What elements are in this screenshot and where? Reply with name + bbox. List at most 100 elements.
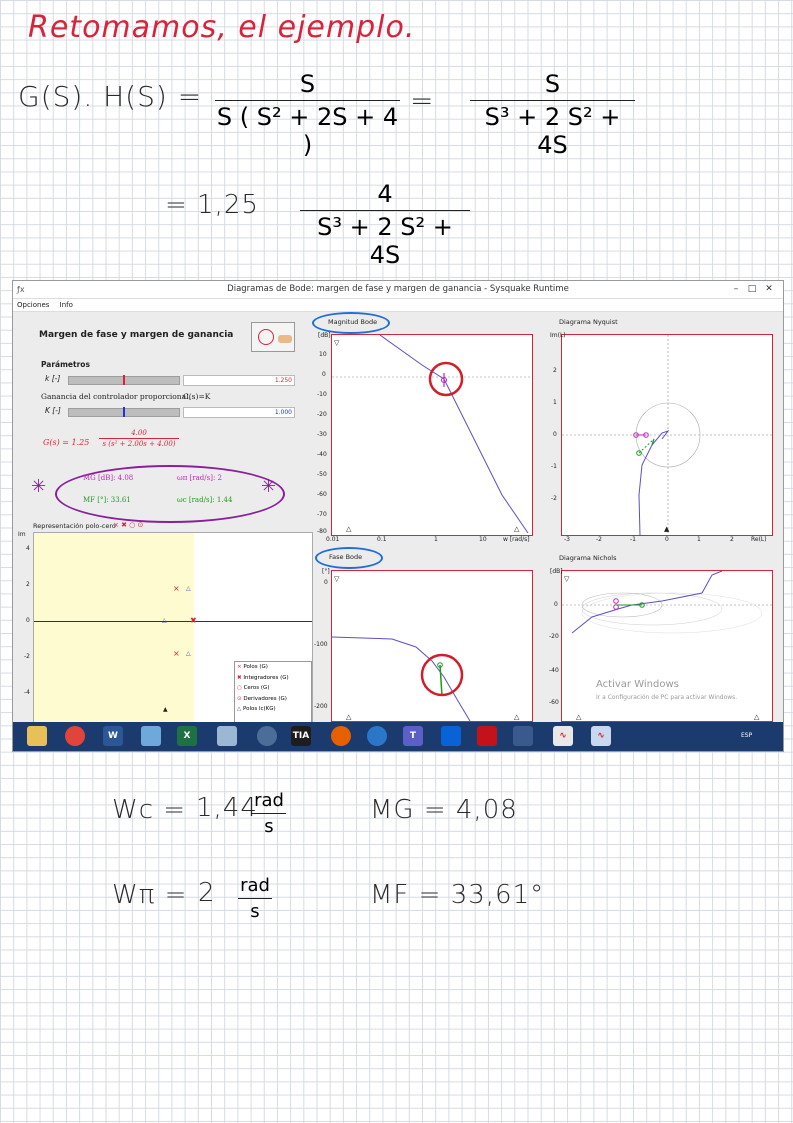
nyq-xtick: 0 <box>665 536 669 543</box>
nic-ytick: -20 <box>549 633 559 640</box>
acrobat-icon[interactable] <box>477 726 497 746</box>
wpi-value: ωπ [rad/s]: 2 <box>177 474 222 482</box>
pz-tick: 2 <box>26 581 30 588</box>
eq2-lhs: = 1,25 <box>165 190 259 220</box>
gs-lhs: G(s) = 1.25 <box>43 438 90 447</box>
pz-tick: -2 <box>24 653 30 660</box>
nichols-title: Diagrama Nichols <box>559 554 617 562</box>
eq2-denominator: S³ + 2 S² + 4S <box>317 213 453 269</box>
k-slider[interactable] <box>68 375 180 385</box>
controller-formula: C(s)=K <box>183 392 211 401</box>
mag-tick: -80 <box>317 528 327 535</box>
K-slider[interactable] <box>68 407 180 417</box>
firefox-icon[interactable] <box>331 726 351 746</box>
nyquist-title: Diagrama Nyquist <box>559 318 618 326</box>
k-value-field[interactable]: 1.250 <box>183 375 295 386</box>
excel-icon[interactable]: X <box>177 726 197 746</box>
nichols-plot[interactable]: [dB] 0 -20 -40 -60 ▽ △ △ Activar Windows… <box>549 568 773 722</box>
eq1-numerator-2: S <box>544 70 561 98</box>
mag-tick: -70 <box>317 511 327 518</box>
eq1-fraction-2: S S³ + 2 S² + 4S <box>470 70 635 159</box>
paint-icon[interactable] <box>141 726 161 746</box>
pz-tick: -4 <box>24 689 30 696</box>
magnitude-bode-plot[interactable]: [dB] 10 0 -10 -20 -30 -40 -50 -60 -70 -8… <box>317 332 533 536</box>
nyq-ytick: -1 <box>551 463 557 470</box>
nyquist-curve: ▲ <box>562 335 772 535</box>
media-icon[interactable] <box>257 726 277 746</box>
eq1-lhs: G(S). H(S) = <box>18 80 203 113</box>
sysquake-icon-2[interactable]: ∿ <box>591 726 611 746</box>
legend-zeros: ○ Ceros (G) <box>237 685 270 691</box>
nyq-ytick: 2 <box>553 367 557 374</box>
sysquake-window: ƒx Diagramas de Bode: margen de fase y m… <box>12 280 784 752</box>
svg-text:△: △ <box>346 713 352 721</box>
eq2-numerator: 4 <box>377 180 393 208</box>
purple-star-right-icon: ✳ <box>261 476 277 497</box>
eq1-denominator-2: S³ + 2 S² + 4S <box>484 103 621 159</box>
minimize-button[interactable]: – <box>729 281 743 298</box>
chrome-icon[interactable] <box>65 726 85 746</box>
K-value-field[interactable]: 1.000 <box>183 407 295 418</box>
nic-ytick: -60 <box>549 699 559 706</box>
close-button[interactable]: ✕ <box>762 281 776 298</box>
svg-text:△: △ <box>754 713 760 721</box>
params-label: Parámetros <box>41 360 90 369</box>
dropbox-icon[interactable] <box>441 726 461 746</box>
app-icon-2[interactable] <box>513 726 533 746</box>
tia-portal-icon[interactable]: TIA <box>291 726 311 746</box>
left-panel: Margen de fase y margen de ganancia Pará… <box>13 312 313 724</box>
freq-tick: 0.01 <box>326 536 340 543</box>
pz-cl-pole-marker: △ <box>186 585 191 592</box>
panel-title: Margen de fase y margen de ganancia <box>39 330 234 340</box>
maximize-button[interactable]: □ <box>745 281 759 298</box>
svg-text:△: △ <box>514 525 520 533</box>
pz-integrator-marker: ✖ <box>190 616 197 625</box>
app-icon[interactable] <box>367 726 387 746</box>
mag-tick: 0 <box>322 371 326 378</box>
mg-value: MG [dB]: 4.08 <box>83 474 134 482</box>
pz-legend-markers: × ✖ ○ ⊙ <box>113 521 144 529</box>
phase-tick: 0 <box>324 579 328 586</box>
notepad-icon[interactable] <box>217 726 237 746</box>
wc-unit: rad s <box>252 790 286 837</box>
freq-tick: 0.1 <box>377 536 387 543</box>
mag-tick: -10 <box>317 391 327 398</box>
nyq-axis-label: Re(L) <box>751 536 767 543</box>
nyquist-plot[interactable]: Im(L) 2 1 0 -1 -2 ▲ <box>550 332 773 536</box>
eq1-denominator: S ( S² + 2S + 4 ) <box>216 103 399 159</box>
nyq-xtick: 1 <box>697 536 701 543</box>
wc-unit-num: rad <box>254 790 284 811</box>
menu-opciones[interactable]: Opciones <box>17 301 49 309</box>
menu-info[interactable]: Info <box>60 301 73 309</box>
legend-poles: × Polos (G) <box>237 664 268 670</box>
wc-value: ωc [rad/s]: 1.44 <box>177 496 233 504</box>
pz-cl-pole-marker: △ <box>162 617 167 624</box>
nyq-xtick: -1 <box>630 536 636 543</box>
eq2-fraction: 4 S³ + 2 S² + 4S <box>300 180 470 269</box>
wc-label: Wc = <box>112 795 187 825</box>
wpi-unit-num: rad <box>240 875 270 896</box>
pole-zero-plot[interactable]: Im 4 2 0 -2 -4 × × ✖ △ △ △ ▲ × Polos (G)… <box>18 531 313 724</box>
freq-axis-label: w [rad/s] <box>503 536 530 543</box>
panel-illustration-icon <box>251 322 295 352</box>
activation-watermark-title: Activar Windows <box>596 679 679 690</box>
nyq-ytick: -2 <box>551 495 557 502</box>
gs-numerator: 4.00 <box>131 429 147 437</box>
nyq-xtick: -2 <box>596 536 602 543</box>
mag-tick: -40 <box>317 451 327 458</box>
tray-language: ESP <box>741 732 753 739</box>
word-icon[interactable]: W <box>103 726 123 746</box>
K-slider-handle[interactable] <box>123 407 125 417</box>
gs-fraction: 4.00 s (s² + 2.00s + 4.00) <box>99 429 179 448</box>
pz-tick: 4 <box>26 545 30 552</box>
nic-ytick: -40 <box>549 667 559 674</box>
eq1-equals: = <box>410 84 435 117</box>
file-explorer-icon[interactable] <box>27 726 47 746</box>
windows-taskbar: W X TIA T ∿ ∿ ESP <box>13 722 783 751</box>
teams-icon[interactable]: T <box>403 726 423 746</box>
notes-heading: Retomamos, el ejemplo. <box>28 10 416 45</box>
phase-bode-plot[interactable]: [°] 0 -100 -200 ▽ △ △ <box>314 568 533 722</box>
k-slider-handle[interactable] <box>123 375 125 385</box>
pz-stable-region <box>34 533 194 723</box>
sysquake-icon[interactable]: ∿ <box>553 726 573 746</box>
